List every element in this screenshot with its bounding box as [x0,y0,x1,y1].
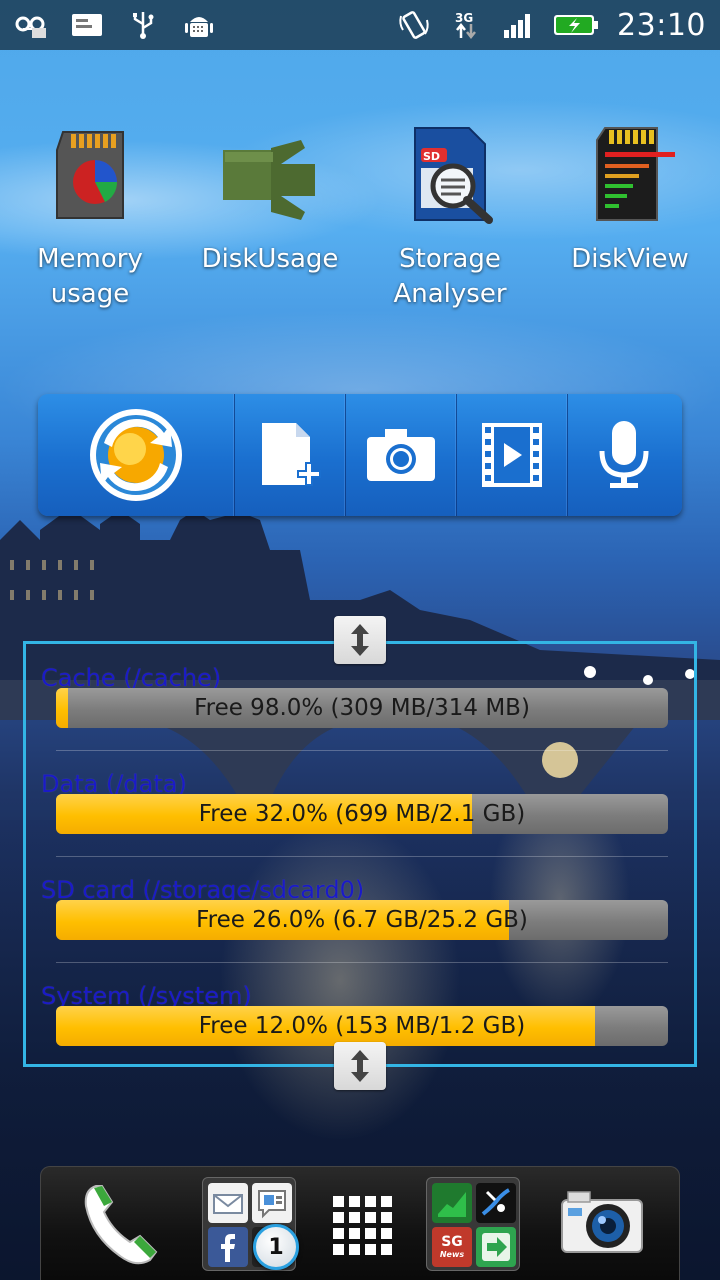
storage-bar-data: Free 32.0% (699 MB/2.1 GB) [56,794,668,834]
notification-badge: 1 [253,1224,299,1270]
widget-resize-handle-top[interactable] [334,616,386,664]
storage-text-sdcard: Free 26.0% (6.7 GB/25.2 GB) [196,907,528,933]
storage-bar-sdcard: Free 26.0% (6.7 GB/25.2 GB) [56,900,668,940]
sg-news-label: SG [441,1234,463,1250]
app-diskview[interactable]: DiskView [540,120,720,320]
storage-divider [56,750,668,751]
camera-icon [367,429,435,481]
messaging-icon [252,1183,292,1223]
storage-item-sdcard[interactable]: SD card (/storage/sdcard0) Free 26.0% (6… [41,876,671,976]
storage-item-cache[interactable]: Cache (/cache) Free 98.0% (309 MB/314 MB… [41,664,671,764]
storage-divider [56,962,668,963]
video-icon [482,423,542,487]
sync-button[interactable] [38,394,235,516]
email-icon [208,1183,248,1223]
share-arrow-icon [476,1227,516,1267]
home-app-shortcuts: Memory usage DiskUsage SD Storage Analys… [0,120,720,320]
resize-vertical-icon [351,624,369,656]
storage-divider [56,856,668,857]
dock-phone[interactable] [65,1167,175,1280]
camera-app-icon [561,1191,643,1253]
microphone-icon [599,421,648,488]
navigation-icon [476,1183,516,1223]
storage-bar-system: Free 12.0% (153 MB/1.2 GB) [56,1006,668,1046]
app-memory-usage[interactable]: Memory usage [0,120,180,320]
facebook-icon [208,1227,248,1267]
storage-widget[interactable]: Cache (/cache) Free 98.0% (309 MB/314 MB… [23,641,697,1067]
dock-folder-apps[interactable]: SG News [423,1167,523,1280]
status-bar[interactable]: 3G 23:10 [0,0,720,50]
signal-icon [501,10,535,40]
sync-icon [90,409,182,501]
voice-record-button[interactable] [568,394,679,516]
app-diskusage-label: DiskUsage [201,244,339,274]
dock: 1 SG News [40,1166,680,1280]
phone-icon [84,1185,158,1265]
folder-apps: SG News [426,1177,520,1271]
app-memory-usage-label: Memory usage [37,244,143,309]
3g-data-icon: 3G [449,10,483,40]
disk-view-icon [575,120,685,230]
stocks-icon [432,1183,472,1223]
dock-app-drawer[interactable] [313,1167,409,1280]
battery-charging-icon [553,10,599,40]
app-storage-analyser[interactable]: SD Storage Analyser [360,120,540,320]
svg-text:SD: SD [423,150,440,163]
sg-news-icon: SG News [432,1227,472,1267]
android-debug-icon [182,10,216,40]
rotate-icon [397,10,431,40]
storage-text-data: Free 32.0% (699 MB/2.1 GB) [198,801,526,827]
widget-resize-handle-bottom[interactable] [334,1042,386,1090]
sg-news-sublabel: News [439,1250,465,1259]
storage-text-system: Free 12.0% (153 MB/1.2 GB) [198,1013,526,1039]
camera-button[interactable] [346,394,457,516]
dock-folder-social[interactable]: 1 [199,1167,299,1280]
new-document-button[interactable] [235,394,346,516]
new-document-icon [262,423,321,486]
folder-social: 1 [202,1177,299,1271]
status-clock: 23:10 [617,7,706,43]
storage-text-cache: Free 98.0% (309 MB/314 MB) [194,695,530,721]
app-diskview-label: DiskView [571,244,689,274]
voicemail-icon [14,10,48,40]
usb-icon [126,10,160,40]
quick-action-widget [38,394,682,516]
email-icon [70,10,104,40]
app-drawer-icon [333,1196,392,1255]
storage-bar-cache: Free 98.0% (309 MB/314 MB) [56,688,668,728]
dock-camera[interactable] [547,1167,657,1280]
app-storage-analyser-label: Storage Analyser [393,244,507,309]
app-diskusage[interactable]: DiskUsage [180,120,360,320]
network-type-label: 3G [455,11,473,25]
status-right: 3G 23:10 [397,8,706,43]
storage-analyser-icon: SD [395,120,505,230]
memory-usage-icon [35,120,145,230]
disk-usage-icon [215,120,325,230]
status-left [14,10,216,40]
resize-vertical-icon [351,1050,369,1082]
video-button[interactable] [457,394,568,516]
storage-item-data[interactable]: Data (/data) Free 32.0% (699 MB/2.1 GB) [41,770,671,870]
